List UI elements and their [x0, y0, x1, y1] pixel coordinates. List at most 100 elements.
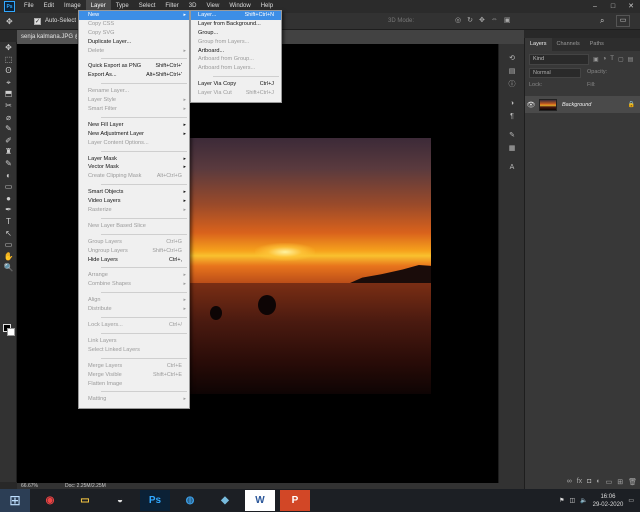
blend-mode-select[interactable]: Normal — [529, 68, 581, 78]
orbit-icon[interactable]: ◎ — [455, 16, 461, 24]
menu-item[interactable]: New Fill Layer ▸ — [79, 121, 189, 130]
minimize-button[interactable]: – — [586, 0, 604, 13]
info-icon[interactable]: ⓘ — [499, 78, 525, 91]
shape-filter-icon[interactable]: ▢ — [618, 56, 624, 63]
tool-icon[interactable]: ✎ — [0, 123, 17, 135]
search-icon[interactable]: ⌕ — [600, 16, 604, 26]
submenu-arrow-icon: ▸ — [183, 47, 186, 54]
chrome-icon[interactable]: ◉ — [35, 490, 65, 511]
volume-icon[interactable]: 🔈 — [580, 497, 587, 504]
slide-icon[interactable]: ⇔ — [491, 16, 498, 24]
paragraph-icon[interactable]: ¶ — [499, 110, 525, 123]
adjustment-layer-icon[interactable]: ◐ — [596, 478, 600, 485]
smart-filter-icon[interactable]: ▤ — [628, 56, 634, 63]
visibility-eye-icon[interactable]: 👁 — [525, 101, 537, 109]
photoshop-taskbar-icon[interactable]: Ps — [140, 490, 170, 511]
adjustment-filter-icon[interactable]: ◑ — [603, 56, 607, 63]
flag-icon[interactable]: ⚑ — [559, 497, 564, 504]
menu-item[interactable]: Smart Objects ▸ — [79, 188, 189, 197]
inkscape-icon[interactable]: ◒ — [105, 490, 135, 511]
menu-item[interactable]: Export As... Alt+Shift+Ctrl+' — [79, 71, 189, 80]
layer-row[interactable]: 👁 Background 🔒 — [525, 96, 640, 113]
roll-icon[interactable]: ↻ — [467, 16, 473, 24]
history-icon[interactable]: ⟲ — [499, 52, 525, 65]
file-explorer-icon[interactable]: ▭ — [70, 490, 100, 511]
network-icon[interactable]: ◫ — [569, 497, 575, 504]
tool-icon[interactable]: ⬒ — [0, 88, 17, 100]
tool-icon[interactable]: ⌖ — [0, 77, 17, 89]
tool-icon[interactable]: ✒ — [0, 204, 17, 216]
link-icon[interactable]: ∞ — [567, 478, 572, 485]
tab-layers[interactable]: Layers — [525, 38, 552, 51]
menu-item: Lock Layers... Ctrl+/ — [79, 321, 189, 330]
menu-item[interactable]: Quick Export as PNG Shift+Ctrl+' — [79, 62, 189, 71]
kind-filter[interactable]: Kind — [529, 54, 589, 65]
text-icon[interactable]: A — [499, 161, 525, 174]
move-tool-icon[interactable]: ✥ — [6, 16, 20, 27]
folder-icon[interactable]: ▭ — [606, 478, 613, 486]
start-button[interactable]: ⊞ — [0, 489, 30, 512]
tool-icon[interactable]: ▭ — [0, 239, 17, 251]
clock[interactable]: 16:06 29-02-2020 — [593, 493, 624, 509]
fx-icon[interactable]: fx — [577, 478, 582, 485]
edge-icon[interactable]: ◍ — [175, 490, 205, 511]
swatches-icon[interactable]: ▦ — [499, 142, 525, 155]
tool-icon[interactable]: ✂ — [0, 100, 17, 112]
sunset-photo[interactable] — [190, 138, 431, 394]
background-color-swatch[interactable] — [7, 328, 15, 336]
tool-icon[interactable]: ● — [0, 193, 17, 205]
notifications-icon[interactable]: ▭ — [628, 497, 634, 504]
tools-panel: ✥ ⬚ ʘ ⌖ ⬒ ✂ ⌀ ✎ ✐ ♜ ✎ ◐ ▭ ● ✒ T ↖ ▭ ✋ 🔍 — [0, 42, 17, 482]
tab-channels[interactable]: Channels — [552, 38, 585, 51]
brush-settings-icon[interactable]: ✎ — [499, 129, 525, 142]
type-filter-icon[interactable]: T — [610, 56, 614, 63]
new-layer-icon[interactable]: ⊞ — [617, 478, 623, 486]
tool-icon[interactable]: ◐ — [0, 170, 17, 182]
menu-item[interactable]: Layer Via Copy Ctrl+J — [191, 80, 281, 89]
pixel-filter-icon[interactable]: ▣ — [593, 56, 599, 63]
tool-icon[interactable]: ⌀ — [0, 112, 17, 124]
maximize-button[interactable]: □ — [604, 0, 622, 13]
menu-file[interactable]: File — [19, 0, 39, 13]
tool-icon[interactable]: ✐ — [0, 135, 17, 147]
tool-icon[interactable]: 🔍 — [0, 262, 17, 274]
menu-edit[interactable]: Edit — [39, 0, 59, 13]
tool-icon[interactable]: ✋ — [0, 251, 17, 263]
menu-item[interactable]: Layer from Background... — [191, 20, 281, 29]
menu-item[interactable]: New Adjustment Layer ▸ — [79, 130, 189, 139]
menu-item[interactable]: New ▸ — [79, 11, 189, 20]
tool-icon[interactable]: ʘ — [0, 65, 17, 77]
trash-icon[interactable]: 🗑 — [628, 478, 637, 486]
menu-item[interactable]: Hide Layers Ctrl+, — [79, 256, 189, 265]
photoshop-logo-icon: Ps — [4, 1, 15, 12]
menu-item[interactable]: Vector Mask ▸ — [79, 163, 189, 172]
word-icon[interactable]: W — [245, 490, 275, 511]
tool-icon[interactable]: ♜ — [0, 146, 17, 158]
workspace-icon[interactable]: ▭ — [616, 15, 630, 27]
menu-item[interactable]: Layer Mask ▸ — [79, 155, 189, 164]
drag-icon[interactable]: ✥ — [479, 16, 485, 24]
close-button[interactable]: ✕ — [622, 0, 640, 13]
tool-icon[interactable]: ✥ — [0, 42, 17, 54]
tool-icon[interactable]: T — [0, 216, 17, 228]
mask-icon[interactable]: ◘ — [587, 478, 591, 485]
scale-icon[interactable]: ▣ — [504, 16, 511, 24]
powerpoint-icon[interactable]: P — [280, 490, 310, 511]
properties-icon[interactable]: ▤ — [499, 65, 525, 78]
lock-icon[interactable]: 🔒 — [628, 101, 635, 108]
tool-icon[interactable]: ⬚ — [0, 54, 17, 66]
menu-item[interactable]: Layer... Shift+Ctrl+N — [191, 11, 281, 20]
new-submenu: Layer... Shift+Ctrl+N Layer from Backgroun… — [190, 10, 282, 103]
tool-icon[interactable]: ✎ — [0, 158, 17, 170]
document-tab[interactable]: senja kalmana.JPG @ — [17, 30, 77, 44]
menu-item[interactable]: Video Layers ▸ — [79, 197, 189, 206]
menu-item[interactable]: Artboard... — [191, 47, 281, 56]
tool-icon[interactable]: ↖ — [0, 228, 17, 240]
menu-item[interactable]: Group... — [191, 29, 281, 38]
menu-item[interactable]: Duplicate Layer... — [79, 38, 189, 47]
adjust-icon[interactable]: ◑ — [499, 97, 525, 110]
auto-select-checkbox[interactable]: ✓ — [34, 17, 41, 25]
tool-icon[interactable]: ▭ — [0, 181, 17, 193]
tab-paths[interactable]: Paths — [585, 38, 609, 51]
notes-icon[interactable]: ◆ — [210, 490, 240, 511]
